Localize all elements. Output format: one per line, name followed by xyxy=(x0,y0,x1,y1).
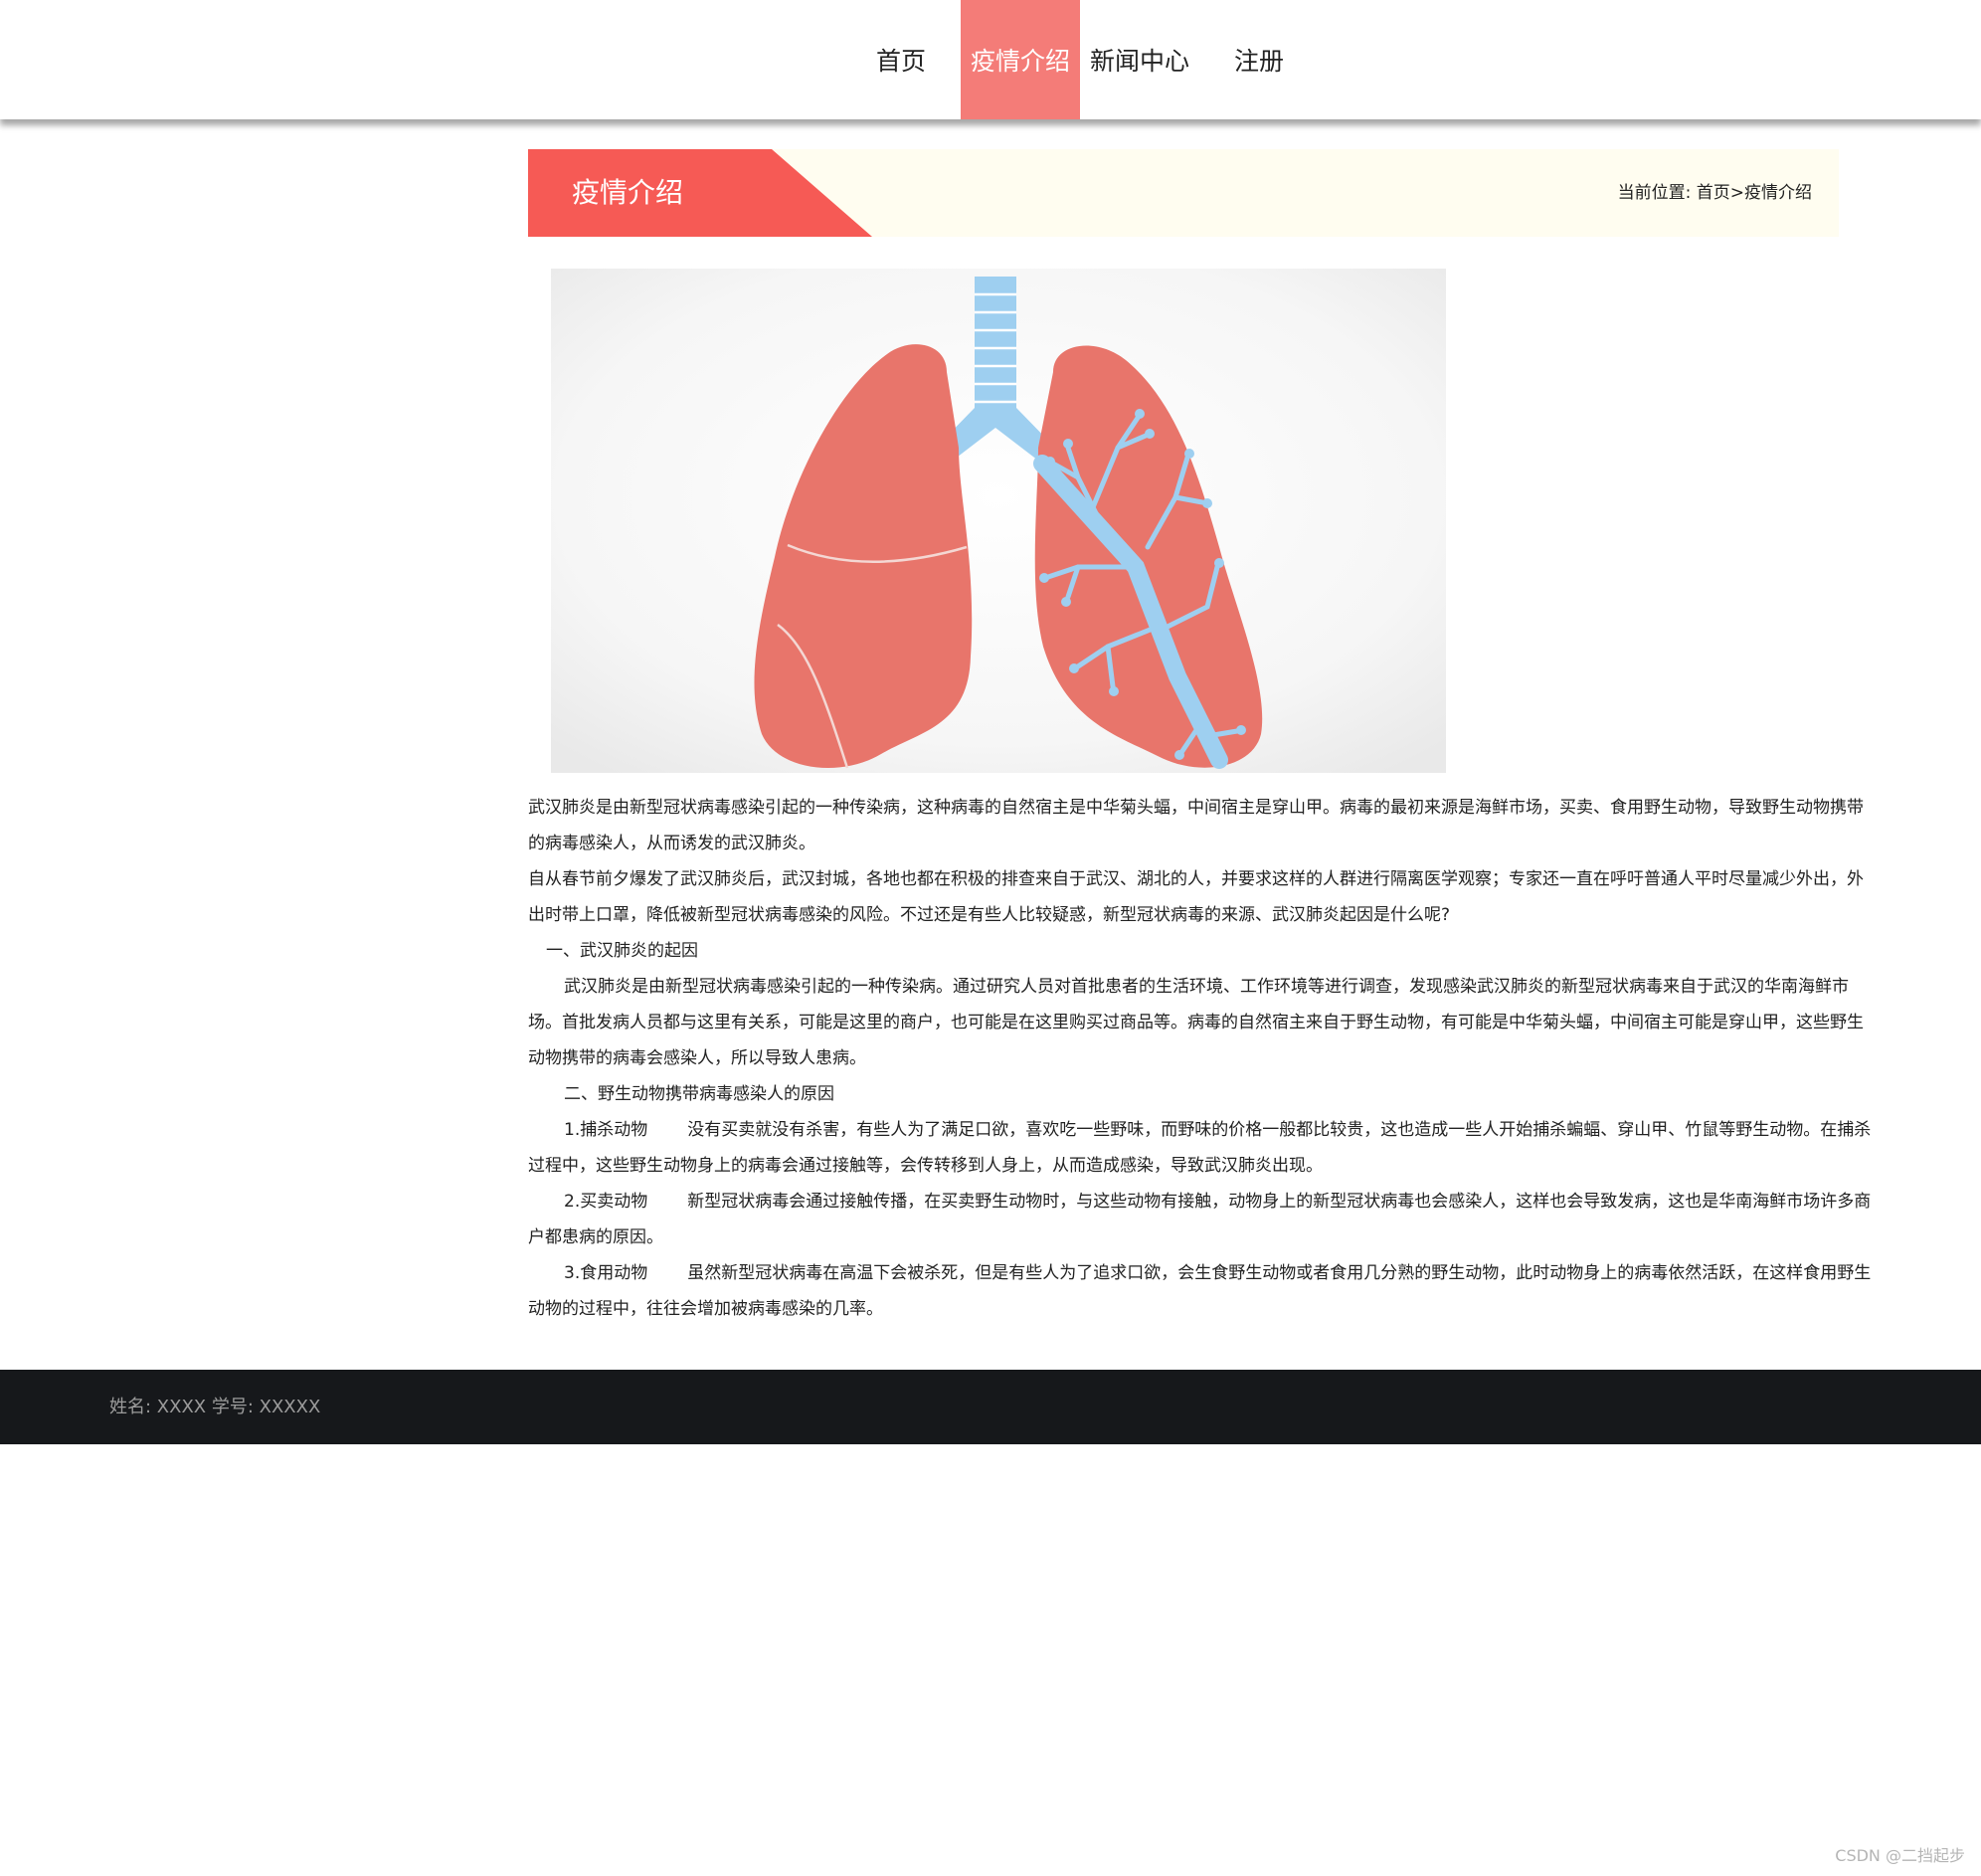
article-heading-1: 一、武汉肺炎的起因 xyxy=(546,941,698,961)
article-item-1-title: 1.捕杀动物 xyxy=(564,1120,648,1140)
article-paragraph-3: 武汉肺炎是由新型冠状病毒感染引起的一种传染病。通过研究人员对首批患者的生活环境、… xyxy=(528,977,1864,1068)
article-item-2-text: 新型冠状病毒会通过接触传播，在买卖野生动物时，与这些动物有接触，动物身上的新型冠… xyxy=(528,1192,1872,1247)
article-item-2-title: 2.买卖动物 xyxy=(564,1192,648,1212)
article-item-1-text: 没有买卖就没有杀害，有些人为了满足口欲，喜欢吃一些野味，而野味的价格一般都比较贵… xyxy=(528,1120,1872,1176)
nav-item-news-center[interactable]: 新闻中心 xyxy=(1080,0,1199,119)
footer-student-info: 姓名: XXXX 学号: XXXXX xyxy=(109,1397,321,1417)
article-body: 武汉肺炎是由新型冠状病毒感染引起的一种传染病，这种病毒的自然宿主是中华菊头蝠，中… xyxy=(528,790,1873,1327)
top-navbar: 首页 疫情介绍 新闻中心 注册 xyxy=(0,0,1981,119)
breadcrumb: 当前位置: 首页>疫情介绍 xyxy=(1618,149,1812,237)
nav-item-home[interactable]: 首页 xyxy=(841,0,961,119)
lungs-illustration xyxy=(551,269,1446,773)
breadcrumb-current: 疫情介绍 xyxy=(1744,183,1812,203)
article-item-3-text: 虽然新型冠状病毒在高温下会被杀死，但是有些人为了追求口欲，会生食野生动物或者食用… xyxy=(528,1263,1872,1319)
article-paragraph-2: 自从春节前夕爆发了武汉肺炎后，武汉封城，各地也都在积极的排查来自于武汉、湖北的人… xyxy=(528,869,1864,925)
section-banner: 疫情介绍 当前位置: 首页>疫情介绍 xyxy=(528,149,1839,237)
breadcrumb-separator: > xyxy=(1729,183,1744,203)
breadcrumb-prefix: 当前位置: xyxy=(1617,183,1692,203)
article-item-3: 3.食用动物 虽然新型冠状病毒在高温下会被杀死，但是有些人为了追求口欲，会生食野生… xyxy=(528,1255,1873,1327)
article-paragraph-1: 武汉肺炎是由新型冠状病毒感染引起的一种传染病，这种病毒的自然宿主是中华菊头蝠，中… xyxy=(528,798,1864,853)
csdn-watermark: CSDN @二挡起步 xyxy=(1835,1846,1965,1865)
article-heading-2: 二、野生动物携带病毒感染人的原因 xyxy=(564,1084,834,1104)
nav-item-epidemic-intro[interactable]: 疫情介绍 xyxy=(961,0,1080,119)
article-item-1: 1.捕杀动物 没有买卖就没有杀害，有些人为了满足口欲，喜欢吃一些野味，而野味的价格… xyxy=(528,1112,1873,1184)
nav-item-register[interactable]: 注册 xyxy=(1199,0,1319,119)
footer: 姓名: XXXX 学号: XXXXX xyxy=(0,1370,1981,1444)
article-item-2: 2.买卖动物 新型冠状病毒会通过接触传播，在买卖野生动物时，与这些动物有接触，动物… xyxy=(528,1184,1873,1255)
section-title: 疫情介绍 xyxy=(572,176,684,209)
breadcrumb-home-link[interactable]: 首页 xyxy=(1697,183,1730,203)
article-item-3-title: 3.食用动物 xyxy=(564,1263,648,1283)
